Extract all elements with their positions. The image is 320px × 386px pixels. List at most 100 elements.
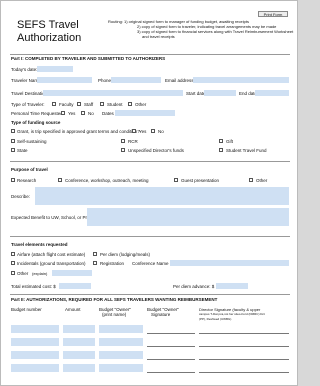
grant-yes-checkbox[interactable] bbox=[132, 129, 136, 133]
other-traveler-checkbox[interactable] bbox=[128, 102, 132, 106]
personal-time-yes-label: Yes bbox=[68, 111, 76, 116]
amount-input-2[interactable] bbox=[63, 338, 95, 346]
student-label: Student bbox=[107, 102, 123, 107]
director-signature-line-2[interactable] bbox=[199, 346, 289, 347]
routing-line-4: and travel receipts bbox=[142, 34, 175, 39]
conference-name-label: Conference Name bbox=[132, 261, 169, 266]
describe-input[interactable] bbox=[35, 187, 289, 205]
director-signature-line-3[interactable] bbox=[199, 359, 289, 360]
owner-signature-line-4[interactable] bbox=[147, 372, 195, 373]
funding-header: Type of funding source bbox=[11, 120, 61, 125]
start-date-input[interactable] bbox=[204, 90, 236, 96]
research-checkbox[interactable] bbox=[11, 178, 15, 182]
student-travel-fund-label: Student Travel Fund bbox=[226, 148, 267, 153]
grant-checkbox[interactable] bbox=[11, 129, 15, 133]
email-label: Email address bbox=[165, 78, 194, 83]
amount-input-3[interactable] bbox=[63, 351, 95, 359]
per-diem-advance-input[interactable] bbox=[216, 283, 248, 289]
state-checkbox[interactable] bbox=[11, 148, 15, 152]
owner-signature-line-2[interactable] bbox=[147, 346, 195, 347]
student-checkbox[interactable] bbox=[100, 102, 104, 106]
divider bbox=[10, 236, 290, 237]
total-cost-label: Total estimated cost: $ bbox=[11, 284, 56, 289]
airfare-checkbox[interactable] bbox=[11, 252, 15, 256]
owner-name-input-3[interactable] bbox=[99, 351, 143, 359]
dates-label: Dates bbox=[102, 111, 114, 116]
traveler-name-input[interactable] bbox=[37, 77, 92, 83]
budget-number-input-1[interactable] bbox=[11, 325, 59, 333]
budget-owner-sign-header-2: Signature bbox=[151, 312, 171, 317]
benefit-label: Expected Benefit to UW, School, or Proje… bbox=[11, 215, 98, 220]
grant-yes-label: Yes bbox=[139, 129, 147, 134]
other-explain-input[interactable] bbox=[52, 270, 92, 276]
total-cost-input[interactable] bbox=[59, 283, 91, 289]
owner-signature-line-1[interactable] bbox=[147, 333, 195, 334]
budget-owner-print-header-2: (print name) bbox=[102, 312, 127, 317]
amount-header: Amount bbox=[65, 307, 81, 312]
describe-label: Describe: bbox=[11, 194, 31, 199]
budget-number-input-4[interactable] bbox=[11, 364, 59, 372]
travel-elements-header: Travel elements requested bbox=[11, 242, 68, 247]
destination-input[interactable] bbox=[43, 90, 183, 96]
budget-number-input-3[interactable] bbox=[11, 351, 59, 359]
director-signature-line-4[interactable] bbox=[199, 372, 289, 373]
registration-label: Registration bbox=[100, 261, 125, 266]
conference-name-input[interactable] bbox=[170, 260, 289, 266]
divider bbox=[10, 161, 290, 162]
form-title-line1: SEFS Travel bbox=[17, 19, 79, 31]
personal-time-no-label: No bbox=[88, 111, 94, 116]
purpose-header: Purpose of travel bbox=[11, 167, 48, 172]
owner-name-input-2[interactable] bbox=[99, 338, 143, 346]
divider bbox=[10, 294, 290, 295]
print-form-button[interactable]: Print Form bbox=[258, 11, 288, 17]
personal-time-yes-checkbox[interactable] bbox=[61, 111, 65, 115]
other-purpose-label: Other bbox=[256, 178, 268, 183]
email-input[interactable] bbox=[193, 77, 289, 83]
director-signature-header-3: (PP), Reshwed (UWBG) bbox=[199, 317, 232, 321]
conference-label: Conference, workshop, outreach, meeting bbox=[65, 178, 149, 183]
faculty-checkbox[interactable] bbox=[52, 102, 56, 106]
director-funds-label: Unspecified Director's funds bbox=[128, 148, 184, 153]
airfare-label: Airfare (attach flight cost estimate) bbox=[17, 252, 86, 257]
student-travel-fund-checkbox[interactable] bbox=[219, 148, 223, 152]
gift-label: Gift bbox=[226, 139, 234, 144]
grant-no-label: No bbox=[158, 129, 164, 134]
personal-time-no-checkbox[interactable] bbox=[81, 111, 85, 115]
rcr-checkbox[interactable] bbox=[121, 139, 125, 143]
grant-no-checkbox[interactable] bbox=[151, 129, 155, 133]
registration-checkbox[interactable] bbox=[93, 261, 97, 265]
guest-presentation-label: Guest presentation bbox=[181, 178, 220, 183]
guest-presentation-checkbox[interactable] bbox=[174, 178, 178, 182]
faculty-label: Faculty bbox=[59, 102, 74, 107]
director-signature-line-1[interactable] bbox=[199, 333, 289, 334]
other-traveler-label: Other bbox=[135, 102, 147, 107]
end-date-input[interactable] bbox=[255, 90, 289, 96]
director-funds-checkbox[interactable] bbox=[121, 148, 125, 152]
per-diem-advance-label: Per diem advance: $ bbox=[173, 284, 215, 289]
personal-dates-input[interactable] bbox=[115, 110, 175, 116]
per-diem-checkbox[interactable] bbox=[93, 252, 97, 256]
part2-header: Part II: AUTHORIZATIONS, REQUIRED FOR AL… bbox=[11, 297, 218, 302]
amount-input-1[interactable] bbox=[63, 325, 95, 333]
amount-input-4[interactable] bbox=[63, 364, 95, 372]
owner-name-input-4[interactable] bbox=[99, 364, 143, 372]
other-element-checkbox[interactable] bbox=[11, 271, 15, 275]
state-label: State bbox=[17, 148, 28, 153]
rcr-label: RCR bbox=[128, 139, 138, 144]
benefit-input[interactable] bbox=[87, 208, 289, 226]
owner-signature-line-3[interactable] bbox=[147, 359, 195, 360]
staff-checkbox[interactable] bbox=[77, 102, 81, 106]
phone-input[interactable] bbox=[111, 77, 161, 83]
budget-number-input-2[interactable] bbox=[11, 338, 59, 346]
type-of-traveler-label: Type of Traveler: bbox=[11, 102, 45, 107]
research-label: Research bbox=[17, 178, 37, 183]
todays-date-input[interactable] bbox=[37, 66, 73, 72]
conference-checkbox[interactable] bbox=[58, 178, 62, 182]
self-sustaining-checkbox[interactable] bbox=[11, 139, 15, 143]
owner-name-input-1[interactable] bbox=[99, 325, 143, 333]
incidentals-checkbox[interactable] bbox=[11, 261, 15, 265]
gift-checkbox[interactable] bbox=[219, 139, 223, 143]
other-element-label: Other bbox=[17, 271, 29, 276]
part1-header: Part I: COMPLETED BY TRAVELER AND SUBMIT… bbox=[11, 56, 166, 61]
other-purpose-checkbox[interactable] bbox=[249, 178, 253, 182]
